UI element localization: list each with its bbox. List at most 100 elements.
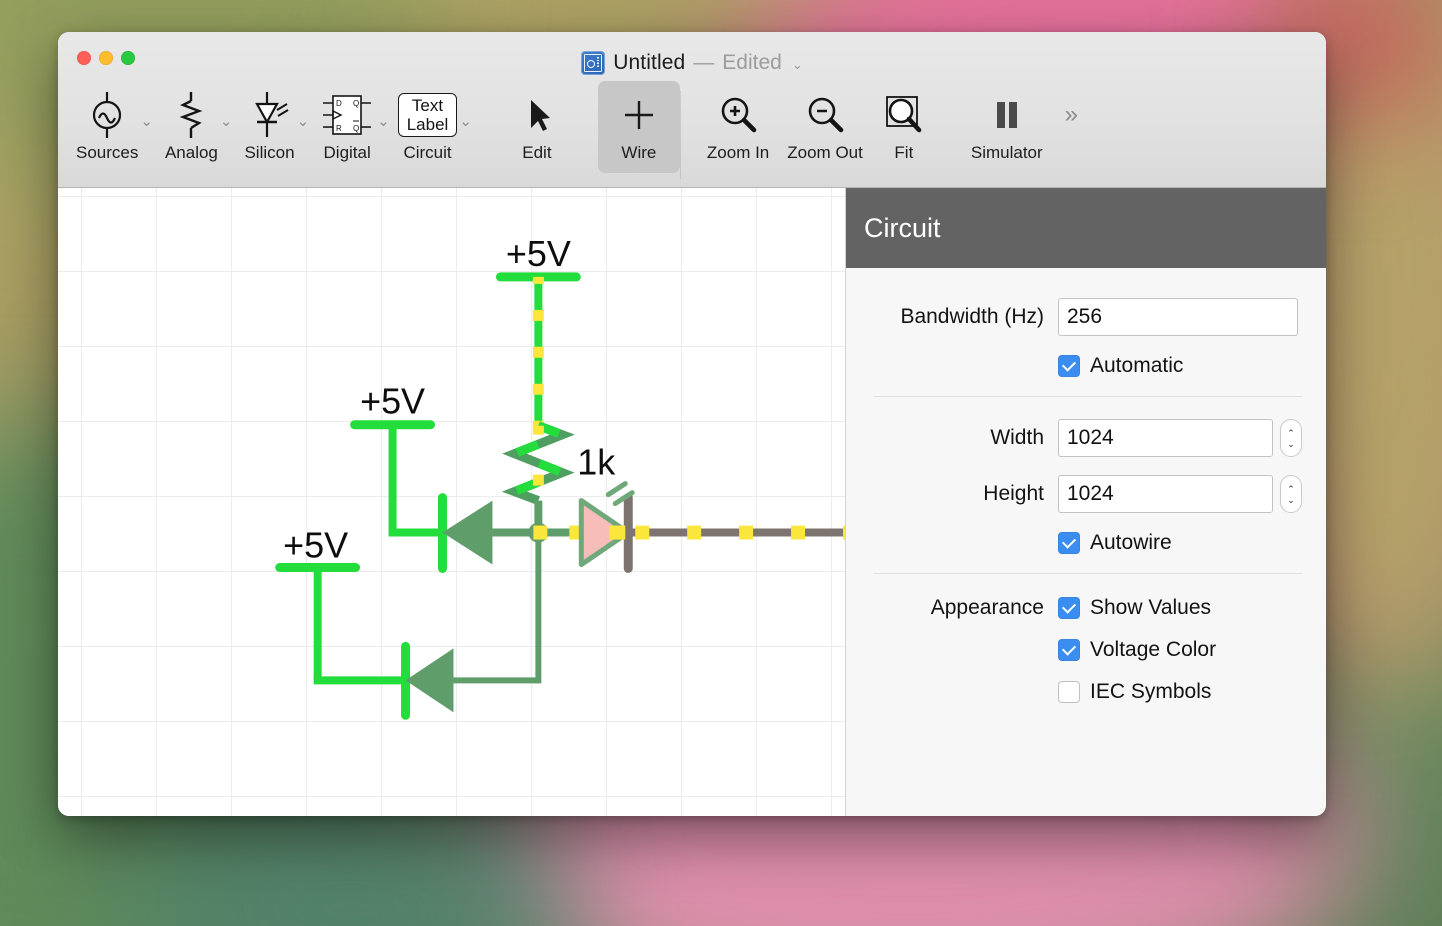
autowire-label: Autowire	[1090, 531, 1172, 554]
inspector-header: Circuit	[846, 188, 1326, 268]
svg-text:D: D	[336, 99, 342, 108]
automatic-row: Automatic	[860, 354, 1306, 378]
text-label-icon-line2: Label	[406, 115, 449, 134]
bandwidth-input[interactable]: 256	[1058, 298, 1298, 336]
toolbar-label-sources: Sources	[76, 143, 139, 162]
toolbar-item-sources[interactable]: Sources	[76, 81, 138, 173]
toolbar-label-edit: Edit	[522, 143, 552, 162]
supply-middle-branch	[350, 420, 541, 574]
close-button[interactable]	[77, 51, 91, 65]
chevron-down-icon-sources[interactable]: ⌄	[140, 114, 153, 129]
traffic-light-buttons[interactable]	[77, 51, 135, 65]
svg-text:R: R	[336, 124, 342, 133]
iec-symbols-label: IEC Symbols	[1090, 680, 1212, 703]
height-row: Height 1024 ⌃ ⌄	[860, 475, 1306, 513]
height-stepper[interactable]: ⌃ ⌄	[1280, 475, 1302, 513]
inspector-body: Bandwidth (Hz) 256 Automatic Width 1024 …	[846, 268, 1326, 722]
width-stepper[interactable]: ⌃ ⌄	[1280, 419, 1302, 457]
label-resistor-value: 1k	[577, 442, 616, 483]
toolbar-label-simulator: Simulator	[970, 143, 1043, 162]
toolbar-label-fit: Fit	[894, 143, 914, 162]
bandwidth-row: Bandwidth (Hz) 256	[860, 298, 1306, 336]
height-stepper-up[interactable]: ⌃	[1287, 484, 1295, 493]
toolbar-label-wire: Wire	[621, 143, 657, 162]
chevron-down-icon[interactable]: ⌄	[792, 57, 803, 73]
toolbar-item-edit[interactable]: Edit	[522, 81, 552, 173]
diode-d1-anode-triangle	[442, 500, 493, 565]
plus-icon	[622, 89, 656, 141]
resistor-icon	[171, 89, 211, 141]
toolbar-item-zoom-in[interactable]: Zoom In	[707, 81, 769, 173]
autowire-checkbox[interactable]	[1058, 532, 1080, 554]
minimize-button[interactable]	[99, 51, 113, 65]
toolbar-item-circuit[interactable]: Text Label Circuit	[397, 81, 458, 173]
window-content: +5V +5V +5V 1k Circuit Bandwidth (Hz) 25…	[58, 188, 1326, 816]
toolbar-item-fit[interactable]: Fit	[881, 81, 927, 173]
inspector-divider-1	[874, 396, 1302, 397]
zoom-out-icon	[802, 89, 848, 141]
appearance-label: Appearance	[930, 596, 1044, 619]
toolbar-label-zoom-in: Zoom In	[706, 143, 770, 162]
app-window: Untitled — Edited ⌄ Sources ⌄ Analog ⌄ S…	[58, 32, 1326, 816]
show-values-label: Show Values	[1090, 596, 1212, 619]
width-input[interactable]: 1024	[1058, 419, 1273, 457]
toolbar-item-silicon[interactable]: Silicon	[244, 81, 295, 173]
maximize-button[interactable]	[121, 51, 135, 65]
inspector-divider-2	[874, 573, 1302, 574]
height-input[interactable]: 1024	[1058, 475, 1273, 513]
flipflop-icon: D R Q Q	[319, 89, 375, 141]
title-separator: —	[693, 51, 715, 74]
current-marker-node	[533, 525, 548, 540]
bandwidth-label: Bandwidth (Hz)	[900, 305, 1044, 328]
led-icon	[247, 89, 293, 141]
chevron-down-icon-digital[interactable]: ⌄	[377, 114, 390, 129]
window-title-bar: Untitled — Edited ⌄	[58, 49, 1326, 77]
double-chevron-right-icon: »	[1064, 101, 1079, 128]
width-stepper-up[interactable]: ⌃	[1287, 428, 1295, 437]
main-toolbar: Sources ⌄ Analog ⌄ Silicon ⌄ D R Q Q Dig…	[58, 81, 1326, 187]
iec-symbols-row: IEC Symbols	[860, 680, 1306, 704]
svg-text:Q: Q	[353, 99, 359, 108]
width-stepper-down[interactable]: ⌄	[1287, 439, 1295, 448]
toolbar-label-circuit: Circuit	[403, 143, 452, 162]
toolbar-separator	[679, 91, 681, 179]
voltage-color-row: Voltage Color	[860, 638, 1306, 662]
toolbar-label-analog: Analog	[164, 143, 218, 162]
inspector-panel: Circuit Bandwidth (Hz) 256 Automatic Wid…	[845, 188, 1326, 816]
iec-symbols-checkbox[interactable]	[1058, 681, 1080, 703]
label-supply-top: +5V	[506, 233, 571, 274]
supply-top-branch	[495, 272, 581, 533]
document-title: Untitled	[613, 51, 686, 74]
text-label-icon: Text Label	[397, 89, 458, 141]
autowire-row: Autowire	[860, 531, 1306, 555]
pause-icon	[989, 89, 1025, 141]
width-label: Width	[990, 426, 1044, 449]
toolbar-overflow-button[interactable]: »	[1065, 81, 1078, 173]
chevron-down-icon-silicon[interactable]: ⌄	[297, 114, 310, 129]
toolbar-item-simulator[interactable]: Simulator	[971, 81, 1043, 173]
automatic-checkbox[interactable]	[1058, 355, 1080, 377]
window-chrome: Untitled — Edited ⌄ Sources ⌄ Analog ⌄ S…	[58, 32, 1326, 188]
chevron-down-icon-circuit[interactable]: ⌄	[459, 114, 472, 129]
zoom-fit-icon	[881, 89, 927, 141]
toolbar-item-digital[interactable]: D R Q Q Digital	[319, 81, 375, 173]
toolbar-item-zoom-out[interactable]: Zoom Out	[787, 81, 863, 173]
voltage-color-checkbox[interactable]	[1058, 639, 1080, 661]
toolbar-label-silicon: Silicon	[244, 143, 295, 162]
show-values-checkbox[interactable]	[1058, 597, 1080, 619]
label-supply-bottom: +5V	[283, 525, 348, 566]
chevron-down-icon-analog[interactable]: ⌄	[220, 114, 233, 129]
height-label: Height	[983, 482, 1044, 505]
automatic-label: Automatic	[1090, 354, 1184, 377]
toolbar-item-wire[interactable]: Wire	[597, 81, 680, 173]
zoom-in-icon	[715, 89, 761, 141]
show-values-row: Appearance Show Values	[860, 596, 1306, 620]
height-stepper-down[interactable]: ⌄	[1287, 495, 1295, 504]
diode-d2-anode-triangle	[405, 648, 454, 713]
current-marker-led-out	[609, 525, 626, 540]
text-label-icon-line1: Text	[411, 96, 444, 115]
led-ray-1	[605, 481, 628, 498]
edited-status: Edited	[722, 51, 782, 74]
schematic-canvas[interactable]: +5V +5V +5V 1k	[58, 188, 845, 816]
toolbar-item-analog[interactable]: Analog	[165, 81, 218, 173]
